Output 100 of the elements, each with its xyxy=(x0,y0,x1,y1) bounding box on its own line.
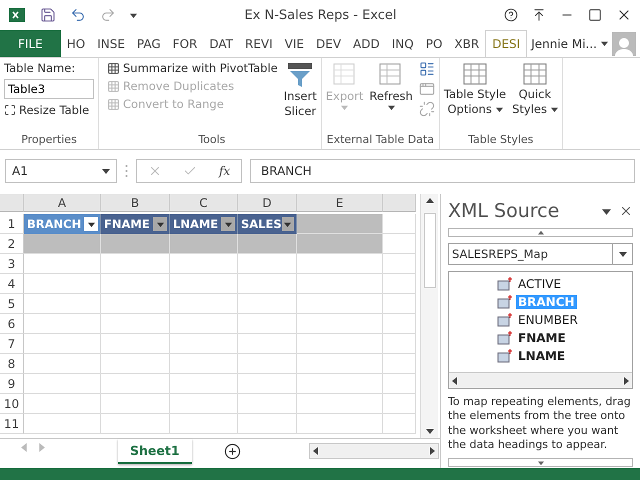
worksheet-cell[interactable] xyxy=(383,354,416,374)
table-header-cell[interactable]: SALES xyxy=(238,214,297,234)
tree-item[interactable]: LNAME xyxy=(497,347,632,365)
filter-dropdown-icon[interactable] xyxy=(84,217,98,231)
worksheet-cell[interactable] xyxy=(297,394,383,414)
ribbon-tab[interactable]: INSE xyxy=(91,30,131,57)
ribbon-tab[interactable]: PO xyxy=(420,30,448,57)
worksheet-cell[interactable] xyxy=(170,374,238,394)
table-name-field[interactable]: Table3 xyxy=(4,79,94,99)
worksheet-cell[interactable] xyxy=(101,314,170,334)
ribbon-tab[interactable]: DESI xyxy=(485,30,528,57)
table-header-cell[interactable]: LNAME xyxy=(170,214,238,234)
insert-slicer-button[interactable]: Insert Slicer xyxy=(284,61,317,133)
worksheet-cell[interactable] xyxy=(297,314,383,334)
worksheet-cell[interactable] xyxy=(238,394,297,414)
worksheet-cell[interactable] xyxy=(101,394,170,414)
redo-icon[interactable] xyxy=(100,7,116,23)
worksheet-cell[interactable] xyxy=(101,294,170,314)
column-header[interactable]: E xyxy=(297,194,383,212)
filter-dropdown-icon[interactable] xyxy=(221,217,235,231)
ribbon-tab[interactable]: XBR xyxy=(448,30,486,57)
worksheet-cell[interactable] xyxy=(24,274,101,294)
filter-dropdown-icon[interactable] xyxy=(282,217,294,231)
ribbon-tab[interactable]: INQ xyxy=(386,30,420,57)
tree-item[interactable]: ACTIVE xyxy=(497,275,632,293)
maximize-icon[interactable] xyxy=(588,8,602,22)
worksheet-cell[interactable] xyxy=(383,214,416,234)
column-header[interactable] xyxy=(383,194,416,212)
resize-table-button[interactable]: Resize Table xyxy=(4,103,94,117)
worksheet-cell[interactable] xyxy=(170,354,238,374)
ribbon-tab[interactable]: PAG xyxy=(130,30,167,57)
save-icon[interactable] xyxy=(40,7,56,23)
worksheet-cell[interactable] xyxy=(24,334,101,354)
worksheet-cell[interactable] xyxy=(101,374,170,394)
name-box[interactable]: A1 xyxy=(5,159,117,183)
worksheet-cell[interactable] xyxy=(170,414,238,434)
caret-icon[interactable] xyxy=(601,40,608,47)
worksheet-cell[interactable] xyxy=(297,354,383,374)
mapped-cell[interactable] xyxy=(101,234,170,254)
browser-icon[interactable] xyxy=(418,81,435,97)
ribbon-tab[interactable]: ADD xyxy=(347,30,386,57)
worksheet-cell[interactable] xyxy=(383,394,416,414)
worksheet-cell[interactable] xyxy=(101,414,170,434)
worksheet-cell[interactable] xyxy=(297,274,383,294)
ribbon-tab[interactable]: VIE xyxy=(278,30,310,57)
worksheet-cell[interactable] xyxy=(383,334,416,354)
worksheet-cell[interactable] xyxy=(383,234,416,254)
horizontal-scrollbar[interactable] xyxy=(308,443,439,459)
worksheet-cell[interactable] xyxy=(238,414,297,434)
column-header[interactable]: B xyxy=(101,194,170,212)
worksheet-cell[interactable] xyxy=(238,334,297,354)
next-sheet-icon[interactable] xyxy=(37,443,46,452)
ribbon-display-icon[interactable] xyxy=(532,8,546,22)
close-icon[interactable] xyxy=(619,204,633,218)
user-name[interactable]: Jennie Mi... xyxy=(531,36,597,50)
worksheet-cell[interactable] xyxy=(238,274,297,294)
ribbon-tab[interactable]: HO xyxy=(60,30,92,57)
scrollbar-thumb[interactable] xyxy=(424,213,436,288)
column-header[interactable]: D xyxy=(238,194,297,212)
worksheet-cell[interactable] xyxy=(170,294,238,314)
worksheet-cell[interactable] xyxy=(24,354,101,374)
mapped-cell[interactable] xyxy=(297,234,383,254)
unlink-icon[interactable] xyxy=(418,101,435,117)
worksheet-cell[interactable] xyxy=(101,254,170,274)
worksheet-cell[interactable] xyxy=(24,314,101,334)
worksheet-cell[interactable] xyxy=(238,354,297,374)
external-data-button[interactable]: Refresh xyxy=(369,61,413,133)
worksheet-cell[interactable] xyxy=(238,314,297,334)
worksheet-cell[interactable] xyxy=(238,294,297,314)
ribbon-tab[interactable]: FOR xyxy=(166,30,204,57)
worksheet-cell[interactable] xyxy=(101,354,170,374)
worksheet-cell[interactable] xyxy=(297,294,383,314)
formula-field[interactable]: BRANCH xyxy=(250,159,635,183)
prev-sheet-icon[interactable] xyxy=(20,443,29,452)
quick-styles-button[interactable]: Quick Styles xyxy=(512,61,558,133)
worksheet-cell[interactable] xyxy=(24,294,101,314)
help-icon[interactable] xyxy=(504,8,518,22)
worksheet-cell[interactable] xyxy=(101,334,170,354)
scroll-down-button[interactable] xyxy=(448,458,633,468)
ribbon-tab[interactable]: FILE xyxy=(0,30,61,57)
worksheet-cell[interactable] xyxy=(297,254,383,274)
scroll-up-button[interactable] xyxy=(448,228,633,237)
add-sheet-icon[interactable] xyxy=(224,443,241,460)
ribbon-tab[interactable]: DAT xyxy=(203,30,239,57)
tree-item[interactable]: ENUMBER xyxy=(497,311,632,329)
worksheet-cell[interactable] xyxy=(24,414,101,434)
mapped-cell[interactable] xyxy=(238,234,297,254)
caret-icon[interactable] xyxy=(130,12,137,18)
worksheet-cell[interactable] xyxy=(383,274,416,294)
properties-icon[interactable] xyxy=(418,61,435,77)
worksheet-cell[interactable] xyxy=(24,374,101,394)
sheet-tab[interactable]: Sheet1 xyxy=(118,439,192,464)
undo-icon[interactable] xyxy=(70,7,86,23)
worksheet-cell[interactable] xyxy=(24,394,101,414)
ribbon-tab[interactable]: DEV xyxy=(310,30,348,57)
worksheet-cell[interactable] xyxy=(383,254,416,274)
vertical-scrollbar[interactable] xyxy=(420,194,438,438)
ribbon-tab[interactable]: REVI xyxy=(239,30,279,57)
worksheet-cell[interactable] xyxy=(238,254,297,274)
worksheet-cell[interactable] xyxy=(170,274,238,294)
